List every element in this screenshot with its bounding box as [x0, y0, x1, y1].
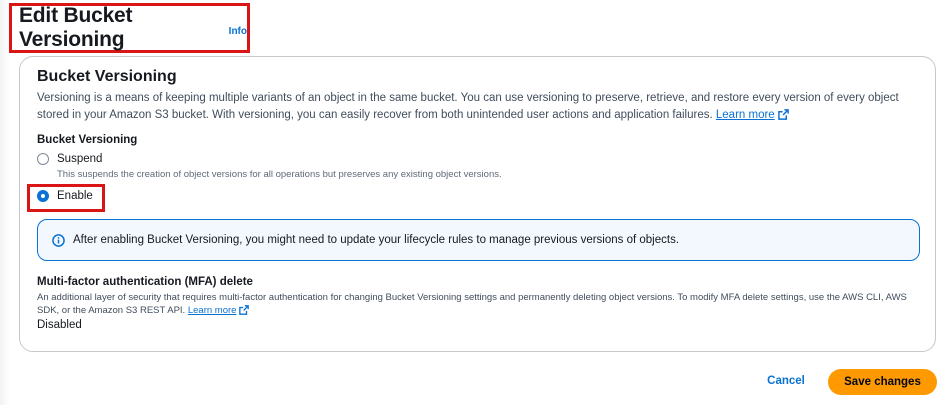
- external-link-icon: [239, 305, 250, 315]
- mfa-description-text: An additional layer of security that req…: [37, 292, 907, 316]
- mfa-title: Multi-factor authentication (MFA) delete: [37, 276, 253, 288]
- mfa-learn-more-link[interactable]: Learn more: [188, 305, 250, 316]
- bucket-versioning-panel: Bucket Versioning Versioning is a means …: [19, 56, 936, 352]
- radio-suspend[interactable]: Suspend: [37, 153, 102, 165]
- panel-title: Bucket Versioning: [37, 68, 177, 85]
- save-changes-button[interactable]: Save changes: [828, 369, 937, 395]
- radio-enable-label: Enable: [57, 190, 93, 202]
- info-alert: After enabling Bucket Versioning, you mi…: [37, 219, 920, 261]
- external-link-icon: [777, 109, 789, 120]
- radio-suspend-label: Suspend: [57, 153, 103, 165]
- page-title: Edit Bucket Versioning: [19, 4, 133, 51]
- page-header: Edit Bucket Versioning Info: [9, 3, 250, 53]
- versioning-field-label: Bucket Versioning: [37, 134, 138, 146]
- mfa-description: An additional layer of security that req…: [37, 291, 917, 317]
- mfa-status-value: Disabled: [37, 319, 82, 331]
- alert-text: After enabling Bucket Versioning, you mi…: [73, 234, 680, 246]
- cancel-button[interactable]: Cancel: [757, 368, 815, 394]
- radio-enable[interactable]: Enable: [37, 190, 93, 202]
- panel-description: Versioning is a means of keeping multipl…: [37, 90, 917, 124]
- radio-suspend-circle[interactable]: [37, 153, 49, 165]
- learn-more-link[interactable]: Learn more: [716, 109, 789, 121]
- radio-enable-circle[interactable]: [37, 190, 49, 202]
- left-edge-shade: [0, 0, 10, 405]
- info-icon: [52, 233, 65, 247]
- radio-suspend-description: This suspends the creation of object ver…: [57, 169, 502, 180]
- info-link[interactable]: Info: [229, 26, 247, 37]
